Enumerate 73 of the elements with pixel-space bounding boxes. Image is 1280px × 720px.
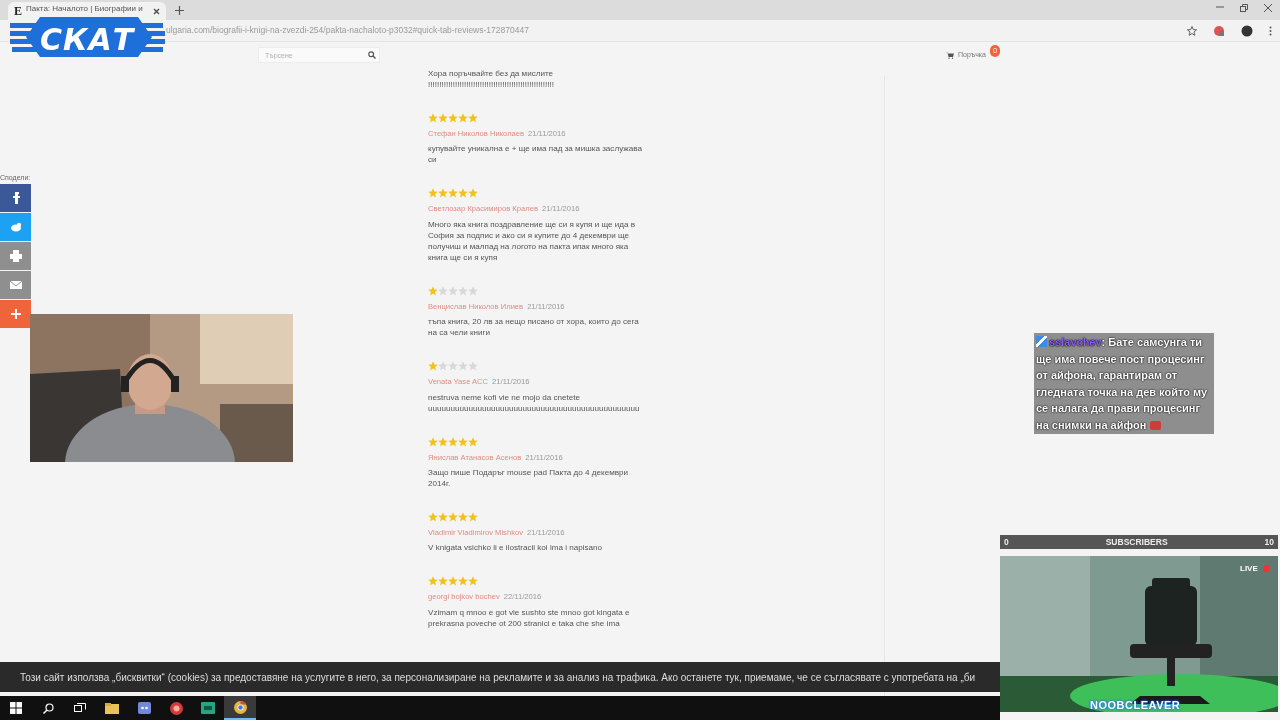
star-icon — [428, 576, 438, 587]
browser-tab[interactable]: E Пакта: Началото | Биографии и — [8, 2, 166, 20]
review-text: купувайте уникална е + ще има пад за мишка заслужава си — [428, 143, 642, 166]
subscriber-goal: 10 — [1264, 535, 1274, 549]
envelope-icon — [9, 278, 22, 291]
star-icon — [448, 285, 458, 296]
star-icon — [448, 188, 458, 199]
star-icon — [448, 113, 458, 123]
close-icon[interactable] — [153, 7, 160, 15]
star-icon — [468, 361, 478, 372]
star-icon — [458, 113, 468, 123]
cart-icon[interactable] — [946, 51, 954, 59]
new-tab-icon[interactable] — [175, 6, 184, 15]
star-icon — [428, 113, 438, 123]
restore-icon[interactable] — [1240, 4, 1248, 12]
tab-title: Пакта: Началото | Биографии и — [26, 3, 143, 15]
star-icon — [468, 511, 478, 522]
facebook-share-button[interactable] — [0, 183, 31, 212]
star-icon — [468, 576, 478, 587]
star-icon — [448, 511, 458, 522]
star-icon — [448, 436, 458, 447]
review-text: Vzimam q mnoo e got vie sushto ste mnoo got kingata e prekrasna poveche ot 200 stranici e taka che she ima — [428, 606, 631, 629]
chat-message: sslavchev: Бате самсунга ти ще има повече пост процесинг от айфона, гарантирам от гледната точка на дев който му се налага да прави процесинг на снимки на айфон — [1036, 335, 1209, 433]
star-icon[interactable] — [1187, 25, 1197, 36]
extension-icon[interactable] — [1213, 24, 1225, 37]
address-bar-url[interactable]: ulgaria.com/biografii-i-knigi-na-zvezdi-254/pakta-nachaloto-p3032#quick-tab-reviews-172870447 — [166, 24, 529, 37]
review-text: тъпа книга, 20 лв за нещо писано от хора, които до сега на са чели книги — [428, 316, 640, 339]
review-text: Много яка книга поздравление ще си я купя и ще ида в София за подпис и ако си я купите до 4 декември ще получиш и малпад на логото на пакта ипак много яка книга ще си я купя — [428, 218, 637, 263]
star-icon — [458, 511, 468, 522]
star-icon — [428, 285, 438, 296]
subscriber-label: SUBSCRIBERS — [1105, 535, 1168, 549]
star-icon — [438, 188, 448, 199]
print-button[interactable] — [0, 241, 31, 270]
star-icon — [468, 285, 478, 296]
star-icon — [458, 188, 468, 199]
star-icon — [468, 113, 478, 123]
email-share-button[interactable] — [0, 270, 31, 299]
close-icon[interactable] — [1264, 4, 1272, 12]
star-icon — [438, 285, 448, 296]
star-icon — [438, 576, 448, 587]
star-icon — [428, 511, 438, 522]
live-indicator — [1263, 565, 1270, 572]
review-text: nestruva neme kofi vie ne mojo da cnetete uuuuuuuuuuuuuuuuuuuuuuuuuuuuuuuuuuuuuuuuuuuuuuu — [428, 391, 641, 414]
star-icon — [458, 436, 468, 447]
cookie-notice: Този сайт използва „бисквитки“ (cookies) за предоставяне на услугите в него, за персонализиране на рекламите и за анализ на трафика. Ако останете тук, приемаме, че се съгласявате с употребата на „би — [20, 670, 976, 685]
star-icon — [438, 113, 448, 123]
star-icon — [438, 436, 448, 447]
review-text: Защо пише Подаръг mouse pad Пакта до 4 декември 2014г. — [428, 466, 630, 489]
star-icon — [428, 361, 438, 372]
star-icon — [458, 285, 468, 296]
live-label: LIVE — [1240, 563, 1258, 575]
menu-icon[interactable] — [1269, 25, 1272, 36]
review-text: Хора поръчвайте без да мислите !!!!!!!!!!!!!!!!!!!!!!!!!!!!!!!!!!!!!!!!!!!!!!!!!!!!!!!! — [428, 68, 555, 90]
browser-icon[interactable] — [224, 696, 256, 720]
star-icon — [468, 436, 478, 447]
star-icon — [458, 576, 468, 587]
star-icon — [448, 361, 458, 372]
profile-icon[interactable] — [1241, 24, 1253, 37]
channel-logo: СКАТ — [10, 17, 165, 57]
star-icon — [428, 188, 438, 199]
plus-icon — [9, 307, 22, 320]
streamer-name: NOOBCLEAVER — [1090, 698, 1181, 713]
star-icon — [468, 188, 478, 199]
more-share-button[interactable] — [0, 299, 31, 328]
star-icon — [428, 436, 438, 447]
subscriber-count: 0 — [1004, 535, 1009, 549]
tab-favicon: E — [14, 3, 22, 20]
twitter-share-button[interactable] — [0, 212, 31, 241]
star-icon — [458, 361, 468, 372]
review-text: V knigata vsichko li e ilostracii koi ima i napisano — [428, 542, 604, 554]
star-icon — [438, 361, 448, 372]
star-icon — [438, 511, 448, 522]
star-icon — [448, 576, 458, 587]
